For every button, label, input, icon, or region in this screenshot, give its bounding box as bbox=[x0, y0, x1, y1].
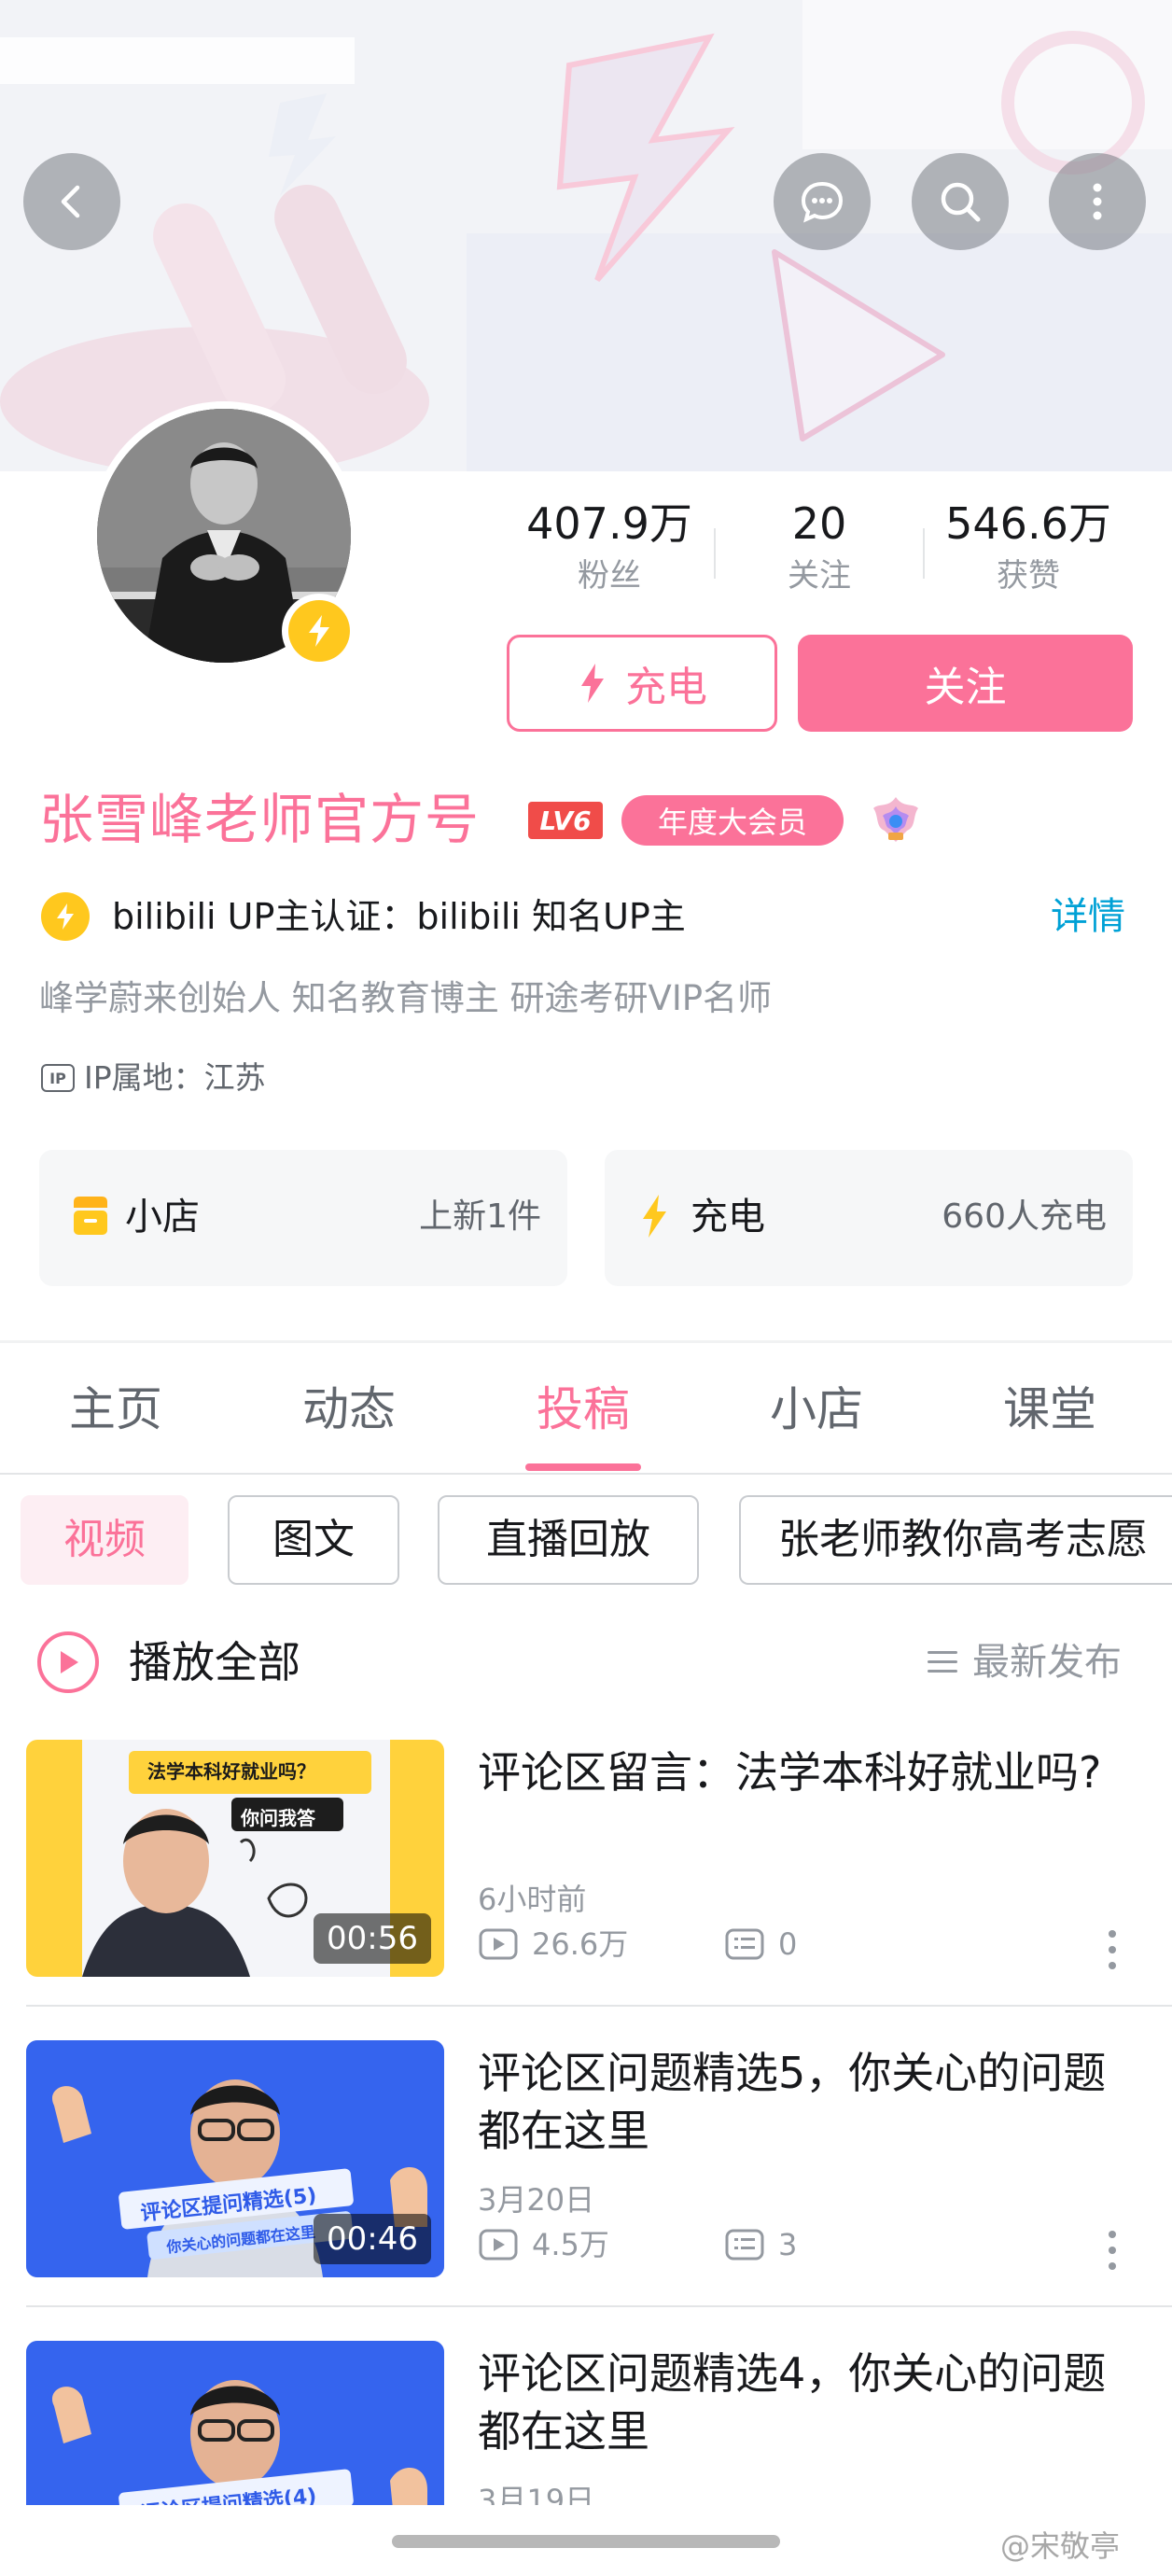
more-button[interactable] bbox=[1049, 153, 1146, 250]
video-item[interactable]: 法学本科好就业吗？ 你问我答 00:56 评论区留言：法学本科好就业吗? 6小时… bbox=[26, 1740, 1172, 1977]
video-title[interactable]: 评论区问题精选4，你关心的问题都在这里 bbox=[478, 2345, 1131, 2460]
verification-text: bilibili UP主认证：bilibili 知名UP主 bbox=[112, 896, 686, 937]
video-comments: 0 bbox=[778, 1926, 798, 1962]
watermark: @宋敬亭 bbox=[1000, 2528, 1121, 2564]
section-divider bbox=[0, 1340, 1172, 1343]
charge-card-meta: 660人充电 bbox=[942, 1197, 1107, 1236]
chip-video[interactable]: 视频 bbox=[21, 1495, 188, 1585]
video-duration: 00:56 bbox=[314, 1913, 431, 1964]
video-date: 3月20日 bbox=[478, 2182, 595, 2218]
tab-courses[interactable]: 课堂 bbox=[975, 1363, 1124, 1456]
stat-fans-value: 407.9万 bbox=[526, 498, 692, 549]
comment-icon bbox=[725, 1928, 764, 1960]
charge-badge bbox=[282, 594, 356, 668]
stat-following[interactable]: 20 关注 bbox=[717, 495, 922, 599]
comment-icon bbox=[725, 2229, 764, 2261]
more-vertical-icon[interactable] bbox=[1103, 2227, 1122, 2274]
ip-location: IP属地：江苏 bbox=[84, 1059, 266, 1096]
video-thumbnail[interactable]: 评论区提问精选(4) bbox=[26, 2341, 444, 2505]
more-vertical-icon bbox=[1093, 183, 1102, 220]
video-views: 4.5万 bbox=[532, 2227, 609, 2262]
ip-icon: IP bbox=[41, 1064, 75, 1092]
profile-name: 张雪峰老师官方号 bbox=[39, 788, 481, 851]
stat-likes[interactable]: 546.6万 获赞 bbox=[926, 495, 1131, 599]
video-views: 26.6万 bbox=[532, 1926, 629, 1962]
shop-card-meta: 上新1件 bbox=[419, 1197, 541, 1236]
video-thumbnail[interactable]: 评论区提问精选(5) 你关心的问题都在这里 00:46 bbox=[26, 2040, 444, 2277]
chat-bubble-icon bbox=[801, 181, 844, 223]
lightning-icon bbox=[309, 615, 329, 647]
shop-card[interactable]: 小店 上新1件 bbox=[39, 1150, 567, 1286]
banner-decoration bbox=[0, 0, 1172, 471]
home-indicator[interactable] bbox=[392, 2535, 780, 2548]
play-all-button[interactable]: 播放全部 bbox=[129, 1630, 300, 1695]
vip-badge[interactable]: 年度大会员 bbox=[621, 795, 844, 846]
stat-divider bbox=[714, 528, 716, 579]
level-badge: LV6 bbox=[528, 802, 603, 839]
video-date: 6小时前 bbox=[478, 1882, 587, 1917]
list-divider bbox=[26, 2005, 1172, 2007]
shop-card-title: 小店 bbox=[125, 1196, 200, 1239]
verified-icon bbox=[41, 892, 90, 941]
charge-card[interactable]: 充电 660人充电 bbox=[605, 1150, 1133, 1286]
pendant-icon[interactable] bbox=[866, 790, 926, 849]
list-divider bbox=[26, 2305, 1172, 2307]
more-vertical-icon[interactable] bbox=[1103, 1926, 1122, 1973]
stat-divider bbox=[923, 528, 925, 579]
back-button[interactable] bbox=[23, 153, 120, 250]
charge-card-title: 充电 bbox=[691, 1196, 765, 1239]
video-date: 3月19日 bbox=[478, 2483, 595, 2505]
profile-banner bbox=[0, 0, 1172, 471]
profile-bio: 峰学蔚来创始人 知名教育博主 研途考研VIP名师 bbox=[39, 978, 773, 1018]
search-button[interactable] bbox=[912, 153, 1009, 250]
active-tab-indicator bbox=[525, 1463, 641, 1471]
chevron-left-icon bbox=[61, 185, 80, 218]
stat-following-value: 20 bbox=[791, 498, 847, 549]
video-stats: 26.6万 0 bbox=[478, 1923, 797, 1966]
video-item[interactable]: 评论区提问精选(4) 评论区问题精选4，你关心的问题都在这里 3月19日 bbox=[26, 2341, 1172, 2505]
video-comments: 3 bbox=[778, 2227, 798, 2262]
tab-uploads[interactable]: 投稿 bbox=[509, 1363, 658, 1456]
video-stats: 4.5万 3 bbox=[478, 2223, 797, 2266]
details-link[interactable]: 详情 bbox=[1051, 889, 1125, 945]
tab-home[interactable]: 主页 bbox=[41, 1363, 190, 1456]
lightning-icon bbox=[643, 1195, 666, 1238]
message-button[interactable] bbox=[774, 153, 871, 250]
video-title[interactable]: 评论区留言：法学本科好就业吗? bbox=[478, 1743, 1131, 1801]
tab-shop[interactable]: 小店 bbox=[742, 1363, 891, 1456]
charge-button[interactable]: 充电 bbox=[507, 635, 777, 732]
sort-label: 最新发布 bbox=[972, 1641, 1122, 1684]
chip-live-replay[interactable]: 直播回放 bbox=[438, 1495, 699, 1585]
stat-fans[interactable]: 407.9万 粉丝 bbox=[507, 495, 712, 599]
tab-dynamics[interactable]: 动态 bbox=[274, 1363, 424, 1456]
sort-button[interactable]: 最新发布 bbox=[926, 1630, 1122, 1695]
follow-button[interactable]: 关注 bbox=[798, 635, 1133, 732]
list-icon bbox=[928, 1651, 957, 1673]
stat-likes-value: 546.6万 bbox=[945, 498, 1111, 549]
stat-likes-label: 获赞 bbox=[997, 557, 1060, 595]
play-count-icon bbox=[479, 1928, 518, 1960]
charge-button-label: 充电 bbox=[625, 664, 707, 711]
lightning-icon bbox=[581, 664, 604, 703]
stat-fans-label: 粉丝 bbox=[578, 557, 641, 595]
video-title[interactable]: 评论区问题精选5，你关心的问题都在这里 bbox=[478, 2044, 1131, 2160]
play-count-icon bbox=[479, 2229, 518, 2261]
thumb-caption: 法学本科好就业吗？ bbox=[147, 1760, 315, 1783]
play-all-icon[interactable] bbox=[37, 1631, 99, 1693]
stat-following-label: 关注 bbox=[788, 557, 851, 595]
chip-collection[interactable]: 张老师教你高考志愿 bbox=[739, 1495, 1172, 1585]
video-item[interactable]: 评论区提问精选(5) 你关心的问题都在这里 00:46 评论区问题精选5，你关心… bbox=[26, 2040, 1172, 2277]
tabs-divider bbox=[0, 1473, 1172, 1475]
follow-button-label: 关注 bbox=[924, 664, 1007, 711]
search-icon bbox=[941, 182, 981, 222]
chip-articles[interactable]: 图文 bbox=[228, 1495, 399, 1585]
video-duration: 00:46 bbox=[314, 2214, 431, 2264]
video-thumbnail[interactable]: 法学本科好就业吗？ 你问我答 00:56 bbox=[26, 1740, 444, 1977]
shop-icon bbox=[74, 1197, 107, 1235]
thumb-subcaption: 你问我答 bbox=[241, 1807, 315, 1829]
